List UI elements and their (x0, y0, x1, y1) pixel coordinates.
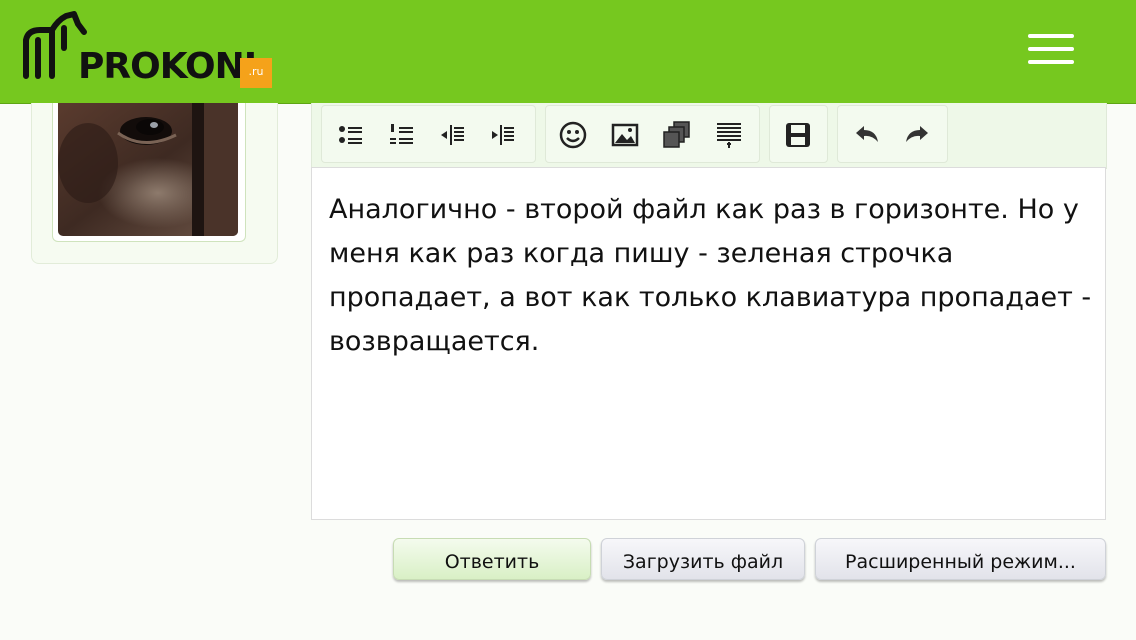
reply-button[interactable]: Ответить (393, 538, 591, 580)
toolbar-group-history (837, 105, 948, 163)
toolbar-group-save (769, 105, 828, 163)
smiley-icon[interactable] (558, 120, 588, 150)
editor-toolbar (311, 103, 1107, 169)
horse-eye-avatar-icon (58, 103, 238, 236)
save-icon[interactable] (783, 120, 813, 150)
advanced-mode-button[interactable]: Расширенный режим... (815, 538, 1106, 580)
message-text[interactable]: Аналогично - второй файл как раз в гориз… (329, 188, 1099, 364)
image-icon[interactable] (610, 120, 640, 150)
indent-icon[interactable] (488, 120, 518, 150)
redo-icon[interactable] (902, 120, 932, 150)
hamburger-icon[interactable] (1028, 34, 1074, 66)
undo-icon[interactable] (852, 120, 882, 150)
insert-template-icon[interactable] (714, 120, 744, 150)
toolbar-group-lists (321, 105, 536, 163)
upload-file-button[interactable]: Загрузить файл (601, 538, 805, 580)
toolbar-group-insert (545, 105, 760, 163)
outdent-icon[interactable] (438, 120, 468, 150)
top-header: PROKONI .ru (0, 0, 1136, 104)
logo-domain: .ru (240, 58, 272, 88)
avatar[interactable] (58, 103, 238, 236)
site-logo[interactable]: PROKONI .ru (18, 10, 278, 88)
media-gallery-icon[interactable] (662, 120, 692, 150)
logo-text: PROKONI (78, 46, 257, 87)
bulleted-list-icon[interactable] (336, 120, 366, 150)
numbered-list-icon[interactable] (387, 120, 417, 150)
message-editor[interactable]: Аналогично - второй файл как раз в гориз… (311, 167, 1106, 520)
